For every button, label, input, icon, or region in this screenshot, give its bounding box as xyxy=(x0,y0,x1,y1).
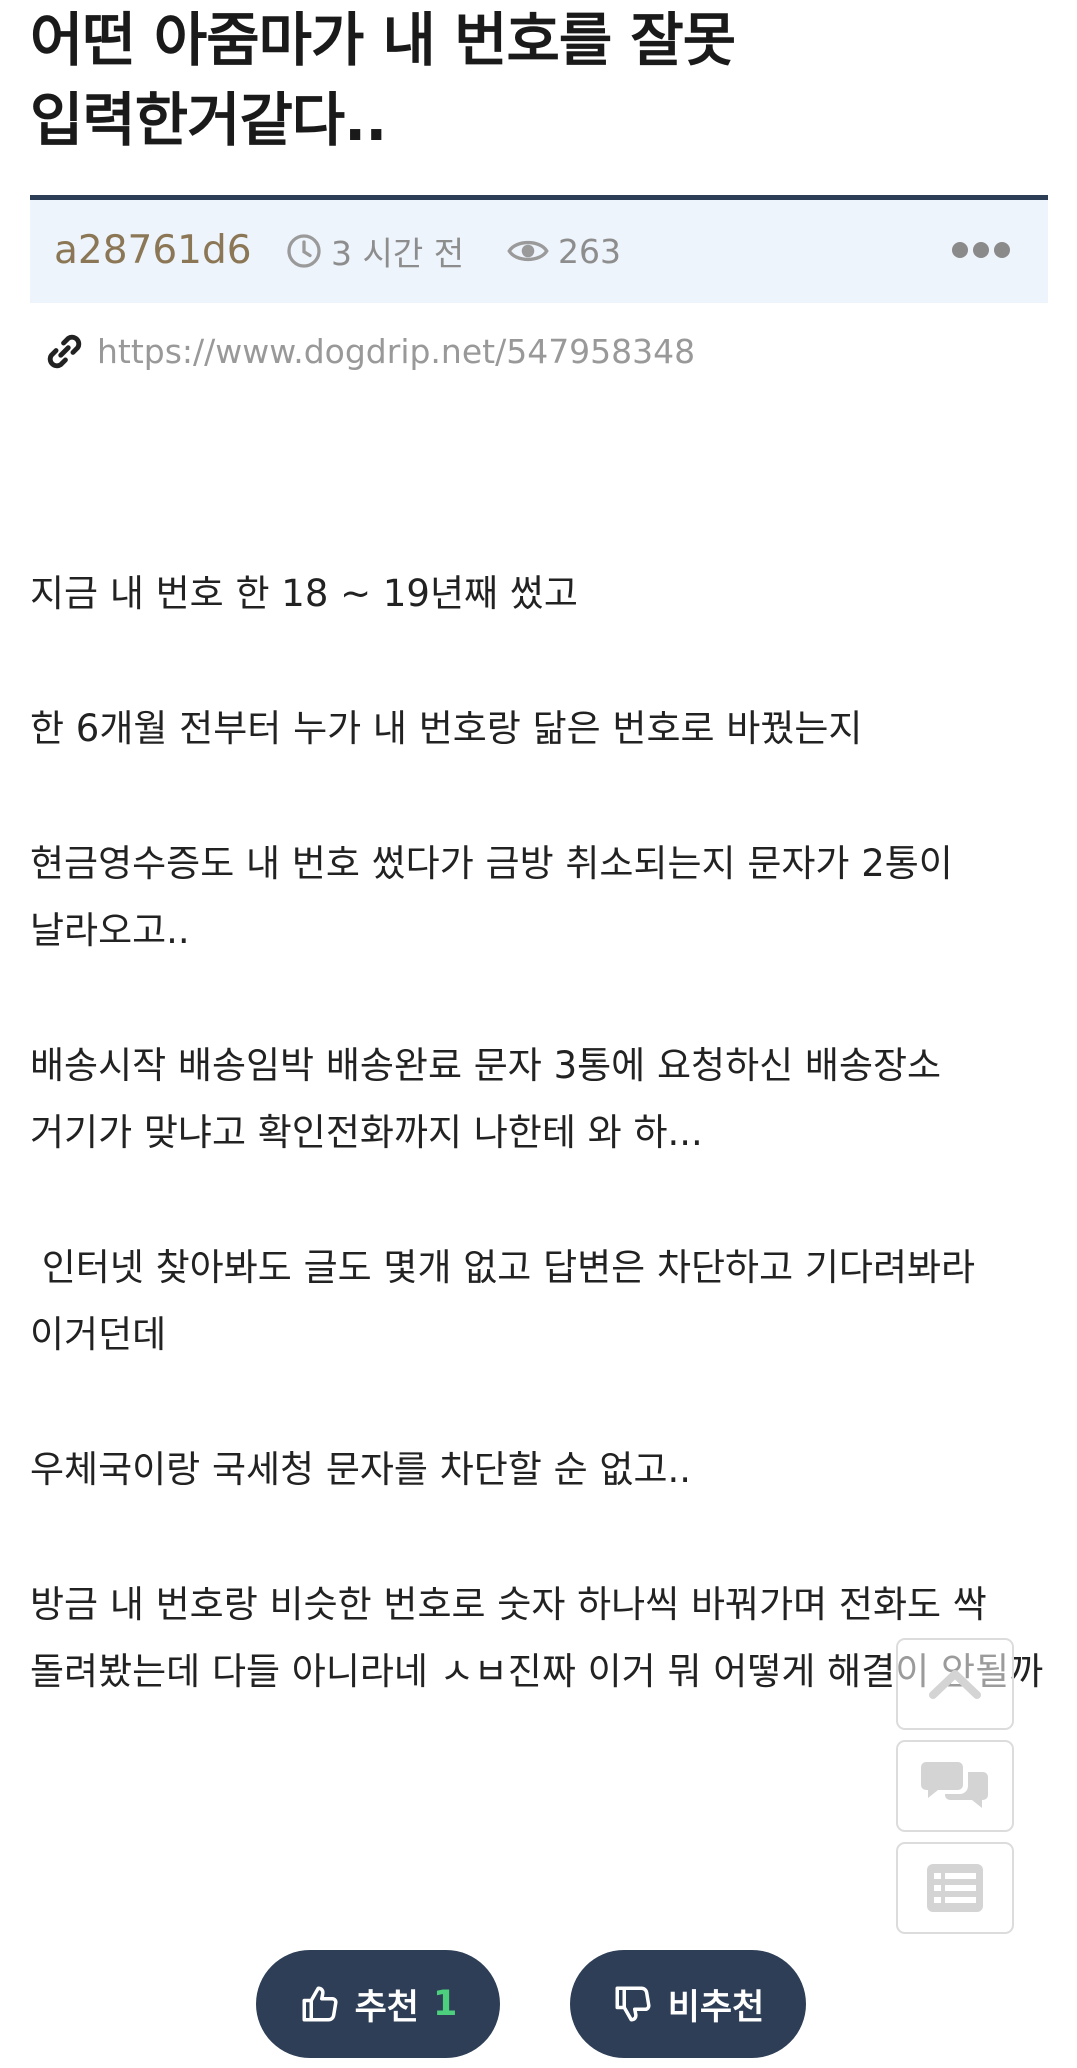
upvote-count: 1 xyxy=(433,1984,458,2024)
post-title: 어떤 아줌마가 내 번호를 잘못 입력한거같다.. xyxy=(30,6,736,154)
downvote-label: 비추천 xyxy=(667,1987,765,2028)
downvote-button[interactable]: 비추천 xyxy=(570,1950,806,2058)
post-permalink: https://www.dogdrip.net/547958348 xyxy=(42,326,695,376)
list-button[interactable] xyxy=(896,1842,1014,1934)
view-count-text: 263 xyxy=(558,231,621,271)
post-paragraph: 한 6개월 전부터 누가 내 번호랑 닮은 번호로 바꿨는지 xyxy=(30,707,863,750)
comments-icon xyxy=(921,1762,988,1808)
view-count: 263 xyxy=(507,230,621,272)
post-time: 3 시간 전 xyxy=(286,230,465,273)
post-paragraph: 현금영수증도 내 번호 썼다가 금방 취소되는지 문자가 2통이 날라오고.. xyxy=(30,842,965,952)
post-paragraph: 배송시작 배송임박 배송완료 문자 3통에 요청하신 배송장소 거기가 맞냐고 … xyxy=(30,1044,953,1154)
link-icon xyxy=(47,334,82,368)
chevron-up-icon xyxy=(929,1670,981,1699)
post-time-text: 3 시간 전 xyxy=(331,234,465,273)
upvote-button[interactable]: 추천 1 xyxy=(256,1950,500,2058)
eye-icon xyxy=(507,240,549,262)
post-content: 지금 내 번호 한 18 ~ 19년째 썼고 한 6개월 전부터 누가 내 번호… xyxy=(30,560,1050,1773)
author-name[interactable]: a28761d6 xyxy=(54,227,252,275)
scroll-top-button[interactable] xyxy=(896,1638,1014,1730)
more-dots-icon[interactable] xyxy=(950,238,1012,262)
clock-icon xyxy=(287,234,321,268)
list-icon xyxy=(927,1864,983,1912)
thumbs-up-icon xyxy=(302,1986,338,2022)
comments-button[interactable] xyxy=(896,1740,1014,1832)
upvote-label: 추천 xyxy=(354,1987,420,2028)
post-paragraph: 지금 내 번호 한 18 ~ 19년째 썼고 xyxy=(30,572,578,615)
post-paragraph: 인터넷 찾아봐도 글도 몇개 없고 답변은 차단하고 기다려봐라 이거던데 xyxy=(30,1246,987,1356)
post-meta-bar: a28761d6 3 시간 전 263 xyxy=(30,195,1048,303)
thumbs-down-icon xyxy=(615,1986,651,2022)
permalink-url[interactable]: https://www.dogdrip.net/547958348 xyxy=(97,332,695,371)
post-paragraph: 우체국이랑 국세청 문자를 차단할 순 없고.. xyxy=(30,1448,692,1491)
